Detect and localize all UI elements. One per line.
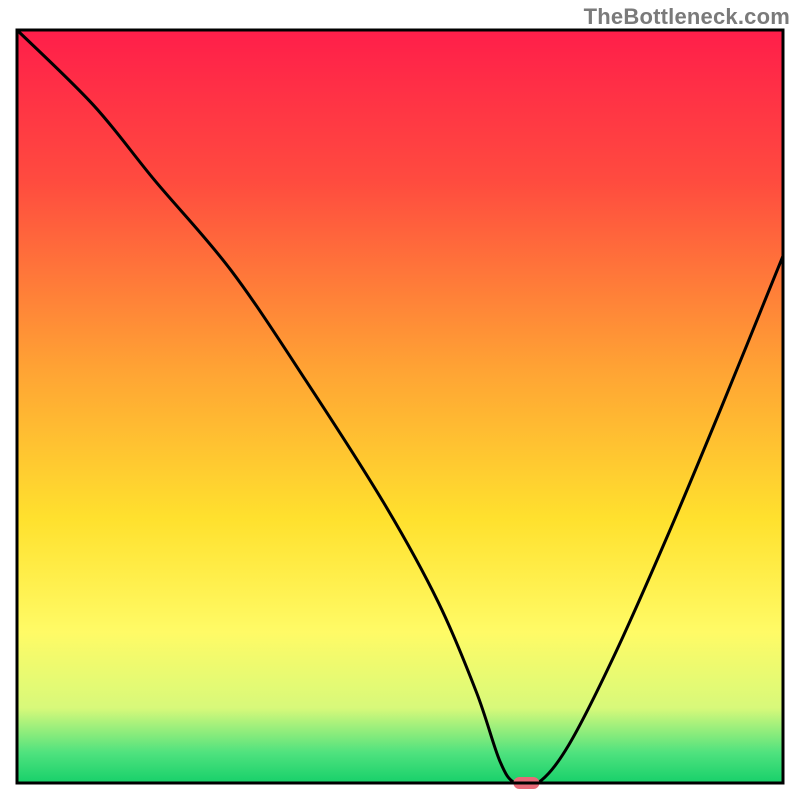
bottleneck-chart: [0, 0, 800, 800]
gradient-background: [17, 30, 783, 783]
chart-container: { "watermark": "TheBottleneck.com", "cha…: [0, 0, 800, 800]
watermark-text: TheBottleneck.com: [584, 4, 790, 30]
